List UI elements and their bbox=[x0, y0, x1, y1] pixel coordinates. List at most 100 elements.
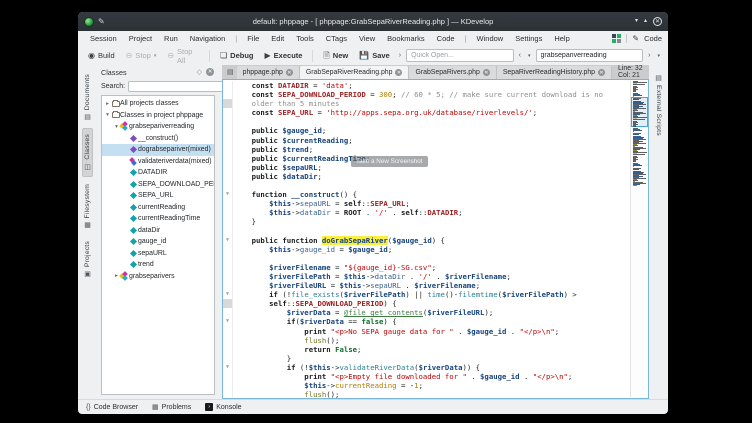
tree-item-trend[interactable]: trend bbox=[102, 259, 214, 271]
menu-code[interactable]: Code bbox=[431, 34, 461, 43]
code-line[interactable]: older than 5 minutes bbox=[223, 99, 630, 108]
new-button[interactable]: 🗎New bbox=[319, 49, 352, 62]
fold-marker-icon[interactable]: ▼ bbox=[223, 236, 233, 245]
code-line[interactable]: $this->gauge_id = $gauge_id; bbox=[223, 245, 630, 254]
statusbar-problems-button[interactable]: ▦Problems bbox=[152, 403, 191, 411]
execute-button[interactable]: ▶Execute bbox=[261, 49, 307, 62]
class-tree[interactable]: ▸All projects classes▾Classes in project… bbox=[101, 95, 215, 395]
code-line[interactable]: $this->currentReading = -1; bbox=[223, 381, 630, 390]
code-line[interactable]: ▼ if (!file_exists($riverFilePath) || ti… bbox=[223, 290, 630, 299]
statusbar-konsole-button[interactable]: ›Konsole bbox=[205, 403, 241, 411]
code-line[interactable]: print "<p>Empty file downloaded for " . … bbox=[223, 372, 630, 381]
close-panel-icon[interactable]: ✕ bbox=[206, 68, 214, 76]
code-line[interactable]: } bbox=[223, 354, 630, 363]
tree-item-gauge_id[interactable]: gauge_id bbox=[102, 236, 214, 248]
menu-settings[interactable]: Settings bbox=[509, 34, 548, 43]
menu-session[interactable]: Session bbox=[84, 34, 123, 43]
tree-item-sepa_download_period[interactable]: SEPA_DOWNLOAD_PERIOD bbox=[102, 179, 214, 191]
code-line[interactable]: public $trend; bbox=[223, 145, 630, 154]
close-button[interactable]: ✕ bbox=[653, 17, 662, 26]
menu-window[interactable]: Window bbox=[471, 34, 510, 43]
code-line[interactable]: $this->dataDir = ROOT . '/' . self::DATA… bbox=[223, 208, 630, 217]
quick-open-search-input[interactable] bbox=[536, 49, 644, 62]
menu-file[interactable]: File bbox=[241, 34, 265, 43]
menu-bookmarks[interactable]: Bookmarks bbox=[381, 34, 431, 43]
fold-marker-icon[interactable]: ▼ bbox=[223, 290, 233, 299]
menu-help[interactable]: Help bbox=[548, 34, 575, 43]
tree-item-sepaurl[interactable]: sepaURL bbox=[102, 248, 214, 260]
editor-tab-grabseparivers.php[interactable]: GrabSepaRivers.php✕ bbox=[409, 66, 496, 79]
expander-icon[interactable]: ▾ bbox=[104, 112, 111, 118]
split-view-icon[interactable]: ▤ bbox=[224, 68, 237, 76]
code-line[interactable]: const SEPA_DOWNLOAD_PERIOD = 300; // 60 … bbox=[223, 90, 630, 99]
code-line[interactable]: public $dataDir; bbox=[223, 172, 630, 181]
float-panel-icon[interactable]: ◇ bbox=[197, 68, 202, 76]
code-line[interactable]: print "<p>No SEPA gauge data for " . $ga… bbox=[223, 327, 630, 336]
fold-marker-icon[interactable]: ▼ bbox=[223, 190, 233, 199]
maximize-button[interactable]: ▴ bbox=[644, 17, 647, 26]
editor-tab-grabsepariverreading.php[interactable]: GrabSepaRiverReading.php✕ bbox=[300, 66, 410, 79]
menu-edit[interactable]: Edit bbox=[265, 34, 290, 43]
code-line[interactable]: ▼ if (!$this->validateRiverData($riverDa… bbox=[223, 363, 630, 372]
code-line[interactable] bbox=[223, 117, 630, 126]
menu-ctags[interactable]: CTags bbox=[320, 34, 353, 43]
code-line[interactable]: flush(); bbox=[223, 336, 630, 345]
code-line[interactable]: public $currentReading; bbox=[223, 136, 630, 145]
code-line[interactable]: const SEPA_URL = 'http://apps.sepa.org.u… bbox=[223, 108, 630, 117]
code-line[interactable]: ▼ function __construct() { bbox=[223, 190, 630, 199]
code-line[interactable]: $riverData = @file_get_contents($riverFi… bbox=[223, 308, 630, 317]
tree-item-currentreadingtime[interactable]: currentReadingTime bbox=[102, 213, 214, 225]
editor-tab-separiverreadinghistory.php[interactable]: SepaRiverReadingHistory.php✕ bbox=[497, 66, 612, 79]
code-line[interactable]: } bbox=[223, 217, 630, 226]
minimap-scrollbar[interactable] bbox=[630, 81, 648, 397]
tree-item-grabsepariverreading[interactable]: ▾grabsepariverreading bbox=[102, 121, 214, 133]
class-search-input[interactable] bbox=[128, 81, 224, 92]
code-line[interactable]: flush(); bbox=[223, 390, 630, 399]
area-switcher-icon[interactable] bbox=[612, 34, 621, 43]
toolbar-overflow-button[interactable]: › bbox=[397, 52, 403, 59]
nav-back-dropdown-icon[interactable]: ▾ bbox=[526, 53, 533, 59]
dock-tab-filesystem[interactable]: Filesystem▦ bbox=[83, 179, 92, 234]
code-line[interactable] bbox=[223, 227, 630, 236]
code-line[interactable]: return False; bbox=[223, 345, 630, 354]
stop-all-button[interactable]: ⊖Stop All bbox=[163, 45, 203, 67]
tree-item-__construct-[interactable]: __construct() bbox=[102, 133, 214, 145]
fold-marker-icon[interactable]: ▼ bbox=[223, 363, 233, 372]
fold-marker-icon[interactable]: ▼ bbox=[223, 317, 233, 326]
nav-forward-button[interactable]: › bbox=[646, 52, 652, 59]
code-area-button[interactable]: Code bbox=[644, 34, 662, 43]
code-line[interactable]: public $gauge_id; bbox=[223, 126, 630, 135]
menu-tools[interactable]: Tools bbox=[290, 34, 320, 43]
tree-item-datadir[interactable]: dataDir bbox=[102, 225, 214, 237]
dock-tab-projects[interactable]: Projects▣ bbox=[83, 236, 92, 283]
tab-close-icon[interactable]: ✕ bbox=[395, 69, 402, 76]
code-line[interactable]: $riverFilePath = $this->dataDir . '/' . … bbox=[223, 272, 630, 281]
minimize-button[interactable]: ▾ bbox=[635, 17, 638, 26]
stop-dropdown-icon[interactable]: ▾ bbox=[154, 53, 157, 59]
stop-button[interactable]: ⊖Stop▾ bbox=[122, 49, 161, 62]
tab-close-icon[interactable]: ✕ bbox=[483, 69, 490, 76]
dock-tab-external-scripts[interactable]: ▤External Scripts bbox=[654, 69, 663, 141]
build-button[interactable]: ◉Build bbox=[84, 49, 119, 62]
code-line[interactable] bbox=[223, 181, 630, 190]
code-line[interactable] bbox=[223, 254, 630, 263]
tree-item-dograbsepariver-mixed-[interactable]: dograbsepariver(mixed) bbox=[102, 144, 214, 156]
tree-item-all-projects-classes[interactable]: ▸All projects classes bbox=[102, 98, 214, 110]
debug-button[interactable]: ❏Debug bbox=[216, 49, 258, 62]
titlebar[interactable]: ✎ default: phppage - [ phppage:GrabSepaR… bbox=[78, 12, 668, 31]
tree-item-datadir[interactable]: DATADIR bbox=[102, 167, 214, 179]
code-line[interactable]: ▼ public function doGrabSepaRiver($gauge… bbox=[223, 236, 630, 245]
code-line[interactable]: self::SEPA_DOWNLOAD_PERIOD) { bbox=[223, 299, 630, 308]
tab-close-icon[interactable]: ✕ bbox=[598, 69, 605, 76]
menu-navigation[interactable]: Navigation bbox=[184, 34, 231, 43]
tree-item-grabseparivers[interactable]: ▸grabseparivers bbox=[102, 271, 214, 283]
tree-item-currentreading[interactable]: currentReading bbox=[102, 202, 214, 214]
menu-project[interactable]: Project bbox=[123, 34, 158, 43]
quick-open-input[interactable] bbox=[406, 49, 514, 62]
nav-forward-dropdown-icon[interactable]: ▾ bbox=[655, 53, 662, 59]
expander-icon[interactable]: ▸ bbox=[104, 101, 111, 107]
code-line[interactable]: $this->sepaURL = self::SEPA_URL; bbox=[223, 199, 630, 208]
dock-tab-classes[interactable]: Classes◫ bbox=[82, 128, 93, 177]
code-line[interactable]: $riverFileURL = $this->sepaURL . $riverF… bbox=[223, 281, 630, 290]
menu-run[interactable]: Run bbox=[158, 34, 184, 43]
